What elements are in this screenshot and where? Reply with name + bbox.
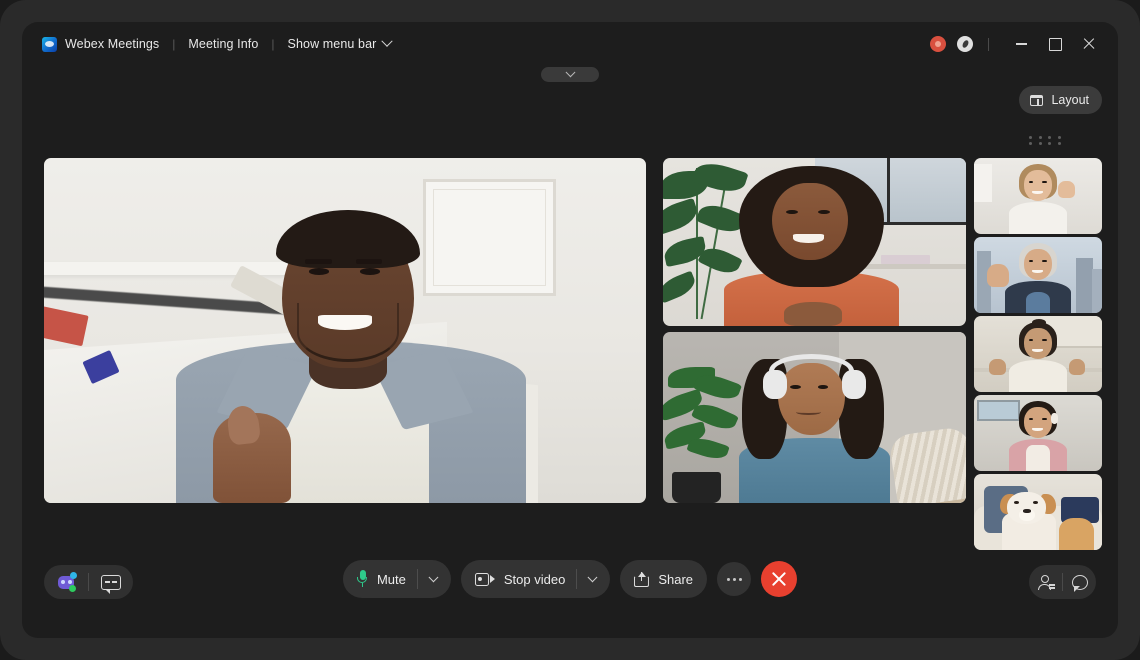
- desktop-background: Webex Meetings | Meeting Info | Show men…: [0, 0, 1140, 660]
- closed-captions-button[interactable]: [89, 565, 133, 599]
- active-speaker-video-tile[interactable]: [44, 158, 646, 503]
- ellipsis-dot: [739, 578, 742, 581]
- chevron-down-icon: [565, 67, 575, 77]
- video-scene: [663, 158, 966, 326]
- meeting-info-button[interactable]: Meeting Info: [188, 37, 258, 51]
- video-scene: [663, 332, 966, 503]
- webex-meetings-window: Webex Meetings | Meeting Info | Show men…: [22, 22, 1118, 638]
- participant-thumbnail-tile[interactable]: [974, 158, 1102, 234]
- app-title: Webex Meetings: [65, 37, 159, 51]
- meeting-control-bar: Mute Stop video Share: [22, 538, 1118, 638]
- title-separator-1: |: [172, 37, 175, 51]
- chat-bubble-icon: [1072, 575, 1088, 590]
- participant-thumbnail-tile[interactable]: [974, 316, 1102, 392]
- connection-status-icon[interactable]: [957, 36, 973, 52]
- chevron-down-icon[interactable]: [588, 572, 598, 582]
- minimize-icon[interactable]: [1004, 29, 1038, 59]
- video-stage: [22, 134, 1118, 534]
- share-button[interactable]: Share: [620, 560, 707, 598]
- video-scene: [974, 316, 1102, 392]
- participant-thumbnail-tile[interactable]: [974, 237, 1102, 313]
- participants-button[interactable]: [1029, 565, 1062, 599]
- share-button-label: Share: [658, 572, 693, 587]
- chat-button[interactable]: [1063, 565, 1096, 599]
- share-screen-icon: [634, 572, 649, 587]
- stop-video-button[interactable]: Stop video: [461, 560, 610, 598]
- title-bar-left: Webex Meetings | Meeting Info | Show men…: [42, 37, 391, 52]
- close-icon[interactable]: [1072, 29, 1106, 59]
- ellipsis-dot: [733, 578, 736, 581]
- layout-grid-icon: [1030, 95, 1043, 106]
- layout-button-label: Layout: [1051, 93, 1089, 107]
- title-bar-right: [930, 29, 1106, 59]
- microphone-icon: [357, 570, 368, 588]
- right-control-group: [1029, 565, 1096, 599]
- video-scene: [974, 395, 1102, 471]
- chevron-down-icon[interactable]: [428, 572, 438, 582]
- participant-video-tile[interactable]: [663, 158, 966, 326]
- robot-assistant-icon: [55, 572, 77, 592]
- show-menu-bar-label: Show menu bar: [288, 37, 377, 51]
- mute-button-label: Mute: [377, 572, 406, 587]
- maximize-icon[interactable]: [1038, 29, 1072, 59]
- video-scene: [974, 237, 1102, 313]
- video-scene: [974, 158, 1102, 234]
- title-bar: Webex Meetings | Meeting Info | Show men…: [22, 22, 1118, 66]
- title-bar-divider: [988, 38, 989, 51]
- mute-button[interactable]: Mute: [343, 560, 451, 598]
- participant-video-tile[interactable]: [663, 332, 966, 503]
- more-options-button[interactable]: [717, 562, 751, 596]
- cc-icon: [101, 575, 121, 590]
- video-scene: [44, 158, 646, 503]
- stop-video-button-label: Stop video: [504, 572, 565, 587]
- collapse-header-handle[interactable]: [541, 67, 599, 82]
- participant-thumbnail-tile[interactable]: [974, 395, 1102, 471]
- people-icon: [1038, 575, 1054, 590]
- show-menu-bar-button[interactable]: Show menu bar: [288, 37, 392, 51]
- layout-button[interactable]: Layout: [1019, 86, 1102, 114]
- webex-logo-icon: [42, 37, 57, 52]
- video-split-divider: [576, 569, 577, 589]
- ai-assistant-button[interactable]: [44, 565, 88, 599]
- center-control-group: Mute Stop video Share: [343, 560, 797, 598]
- end-call-button[interactable]: [761, 561, 797, 597]
- title-separator-2: |: [271, 37, 274, 51]
- mute-split-divider: [417, 569, 418, 589]
- left-control-group: [44, 565, 133, 599]
- recording-indicator-icon[interactable]: [930, 36, 946, 52]
- camera-icon: [475, 573, 495, 586]
- ellipsis-dot: [727, 578, 730, 581]
- chevron-down-icon: [382, 36, 393, 47]
